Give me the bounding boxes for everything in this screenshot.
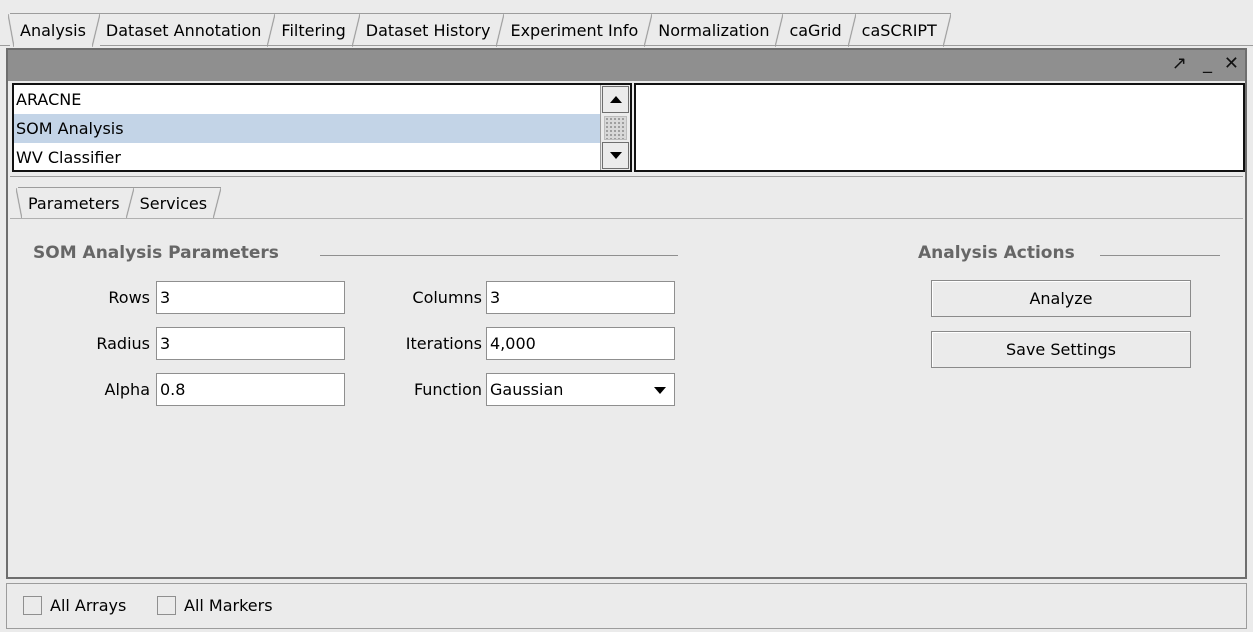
scroll-thumb[interactable]: [604, 116, 627, 140]
tab-filtering[interactable]: Filtering: [271, 13, 361, 47]
selection-bar: All Arrays All Markers: [6, 583, 1247, 629]
main-tab-bar: Analysis Dataset Annotation Filtering Da…: [0, 0, 1253, 47]
list-scrollbar[interactable]: [600, 85, 630, 170]
close-icon[interactable]: ✕: [1224, 53, 1239, 75]
arrow-up-icon: [609, 96, 622, 103]
all-markers-label: All Markers: [184, 596, 273, 615]
iterations-field[interactable]: [486, 327, 675, 360]
all-markers-option[interactable]: All Markers: [157, 596, 273, 615]
section-rule: [320, 255, 678, 256]
tab-parameters[interactable]: Parameters: [16, 187, 134, 219]
alpha-field[interactable]: [156, 373, 345, 406]
list-item-wv-classifier[interactable]: WV Classifier: [14, 143, 630, 172]
list-item-som-analysis[interactable]: SOM Analysis: [14, 114, 630, 143]
all-arrays-label: All Arrays: [50, 596, 127, 615]
tab-cascript[interactable]: caSCRIPT: [851, 13, 952, 47]
tab-normalization[interactable]: Normalization: [648, 13, 784, 47]
analysis-panel: ↗ _ ✕ ARACNE SOM Analysis WV Classifier …: [6, 48, 1247, 579]
minimize-icon[interactable]: _: [1203, 53, 1212, 75]
tab-services[interactable]: Services: [129, 187, 222, 219]
chevron-down-icon: [654, 387, 666, 394]
tab-analysis[interactable]: Analysis: [8, 13, 100, 47]
all-markers-checkbox[interactable]: [157, 596, 176, 615]
columns-label: Columns: [412, 288, 482, 307]
iterations-label: Iterations: [405, 334, 482, 353]
function-label: Function: [413, 380, 482, 399]
som-params-title: SOM Analysis Parameters: [33, 243, 279, 263]
radius-field[interactable]: [156, 327, 345, 360]
algorithm-info-box: [634, 83, 1245, 172]
analysis-actions-title: Analysis Actions: [918, 243, 1075, 263]
panel-title-bar: ↗ _ ✕: [8, 50, 1245, 81]
parameter-panel: Parameters Services SOM Analysis Paramet…: [10, 176, 1243, 577]
tab-dataset-history[interactable]: Dataset History: [355, 13, 505, 47]
tab-cagrid[interactable]: caGrid: [779, 13, 856, 47]
scroll-down-button[interactable]: [602, 142, 629, 169]
save-settings-button[interactable]: Save Settings: [931, 331, 1191, 368]
all-arrays-option[interactable]: All Arrays: [23, 596, 126, 615]
section-rule: [1100, 255, 1220, 256]
tab-bar-divider: [0, 45, 1253, 46]
tab-dataset-annotation[interactable]: Dataset Annotation: [95, 13, 276, 47]
function-selected-value: Gaussian: [490, 380, 564, 399]
rows-label: Rows: [108, 288, 150, 307]
scroll-up-button[interactable]: [602, 86, 629, 113]
analyze-button[interactable]: Analyze: [931, 280, 1191, 317]
maximize-icon[interactable]: ↗: [1172, 53, 1187, 75]
list-item-aracne[interactable]: ARACNE: [14, 85, 630, 114]
all-arrays-checkbox[interactable]: [23, 596, 42, 615]
sub-tab-divider: [10, 218, 1243, 219]
arrow-down-icon: [609, 152, 622, 159]
radius-label: Radius: [96, 334, 150, 353]
function-dropdown[interactable]: Gaussian: [486, 373, 675, 406]
rows-field[interactable]: [156, 281, 345, 314]
alpha-label: Alpha: [104, 380, 151, 399]
algorithm-list[interactable]: ARACNE SOM Analysis WV Classifier: [12, 83, 632, 172]
tab-experiment-info[interactable]: Experiment Info: [500, 13, 653, 47]
columns-field[interactable]: [486, 281, 675, 314]
